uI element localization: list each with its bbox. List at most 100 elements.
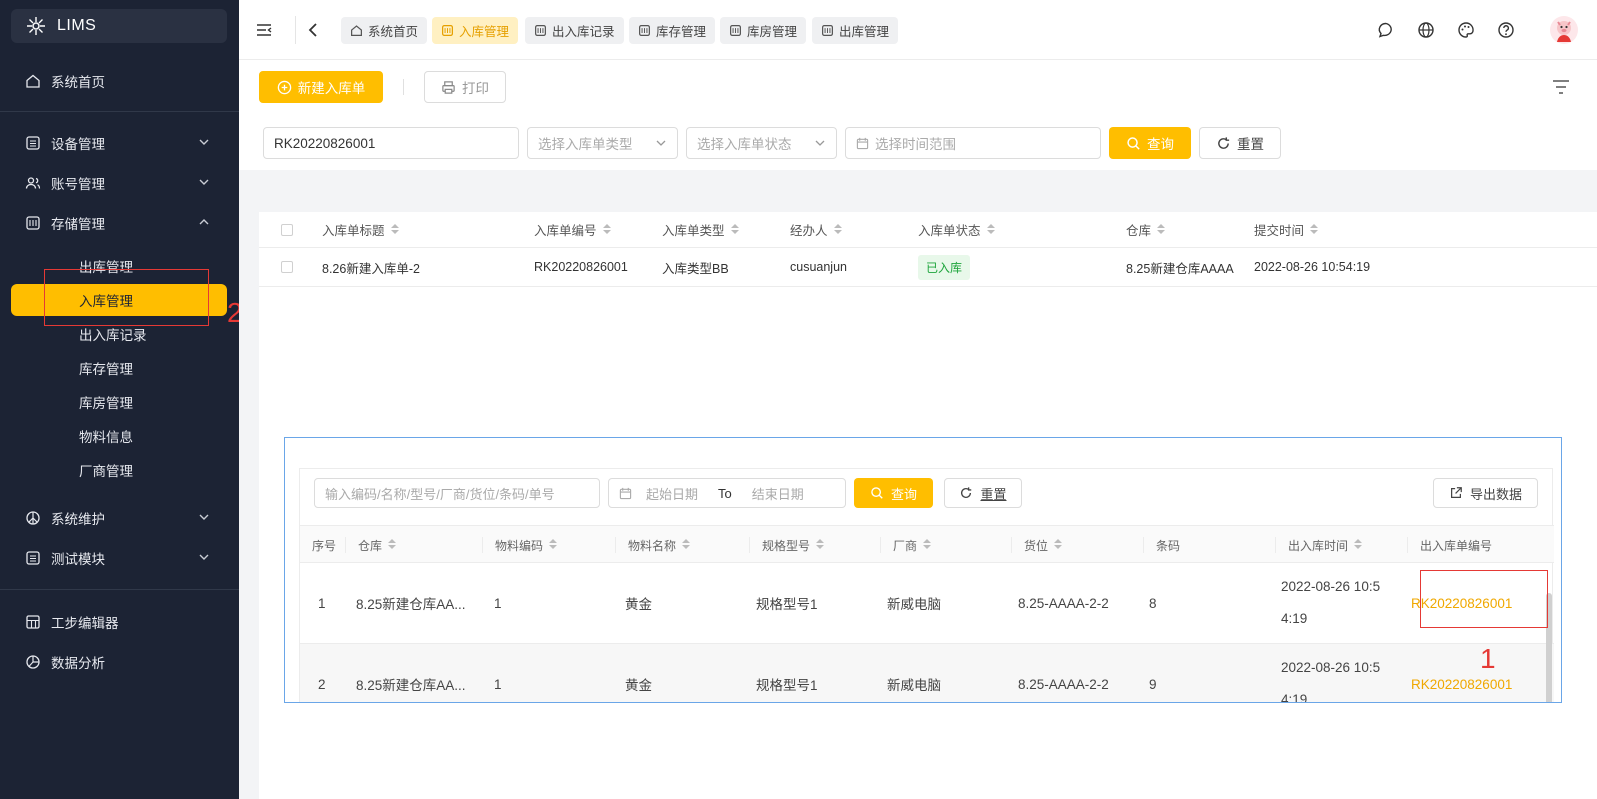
column-location[interactable]: 货位 xyxy=(1011,537,1063,553)
records-row[interactable]: 1 8.25新建仓库AA... 1 黄金 规格型号1 新威电脑 8.25-AAA… xyxy=(300,563,1554,644)
annotation-box-1 xyxy=(1420,570,1548,628)
export-icon xyxy=(1449,486,1464,501)
filter-lines-icon[interactable] xyxy=(1549,75,1573,99)
globe-icon[interactable] xyxy=(1414,18,1438,42)
cell-time: 2022-08-26 10:54:19 xyxy=(1254,260,1371,274)
column-warehouse[interactable]: 仓库 xyxy=(345,537,397,553)
sort-icon xyxy=(1157,223,1166,236)
order-code-link[interactable]: RK20220826001 xyxy=(1411,644,1512,702)
new-inbound-button[interactable]: 新建入库单 xyxy=(259,71,383,103)
sidebar-item-data-analysis[interactable]: 数据分析 xyxy=(0,644,239,680)
records-search-button[interactable]: 查询 xyxy=(854,478,933,508)
inbound-type-select[interactable]: 选择入库单类型 xyxy=(527,127,678,159)
cell-material-name: 黄金 xyxy=(625,597,652,612)
help-icon[interactable] xyxy=(1494,18,1518,42)
print-button[interactable]: 打印 xyxy=(424,71,506,103)
sidebar-item-vendors[interactable]: 厂商管理 xyxy=(0,454,239,486)
sidebar-group-maintenance[interactable]: 系统维护 xyxy=(0,500,239,536)
inbound-status-select[interactable]: 选择入库单状态 xyxy=(686,127,837,159)
message-icon[interactable] xyxy=(1374,18,1398,42)
column-inout-time[interactable]: 出入库时间 xyxy=(1275,537,1363,553)
sidebar-group-test[interactable]: 测试模块 xyxy=(0,540,239,576)
records-table-header: 序号 仓库 物料编码 物料名称 规格型号 厂商 货位 条码 出入库时间 出入库单… xyxy=(300,525,1554,563)
back-arrow-icon[interactable] xyxy=(301,18,325,42)
column-code[interactable]: 入库单编号 xyxy=(534,212,611,247)
time-range-placeholder: 选择时间范围 xyxy=(875,137,956,152)
column-type[interactable]: 入库单类型 xyxy=(662,212,739,247)
records-row[interactable]: 2 8.25新建仓库AA... 1 黄金 规格型号1 新威电脑 8.25-AAA… xyxy=(300,644,1554,703)
cell-inout-time: 2022-08-26 10:5 4:19 xyxy=(1281,563,1380,643)
select-all-checkbox[interactable] xyxy=(281,212,293,247)
avatar[interactable] xyxy=(1549,15,1579,45)
row-checkbox[interactable] xyxy=(281,248,293,286)
time-line-1: 2022-08-26 10:5 xyxy=(1281,579,1381,594)
peace-icon xyxy=(24,509,42,527)
printer-icon xyxy=(441,80,456,95)
sort-icon xyxy=(602,223,611,236)
date-range-picker[interactable]: 起始日期 To 结束日期 xyxy=(608,478,846,508)
chevron-down-icon xyxy=(199,514,209,520)
records-reset-button[interactable]: 重置 xyxy=(944,478,1022,508)
tab-inbound[interactable]: 入库管理 xyxy=(432,17,519,44)
menu-fold-icon[interactable] xyxy=(252,18,276,42)
print-label: 打印 xyxy=(462,81,489,96)
column-spec-label: 规格型号 xyxy=(762,538,811,553)
time-line-1: 2022-08-26 10:5 xyxy=(1281,660,1381,675)
cell-barcode: 9 xyxy=(1149,676,1157,692)
sidebar-item-warehouse[interactable]: 库房管理 xyxy=(0,386,239,418)
sidebar-group-accounts[interactable]: 账号管理 xyxy=(0,165,239,201)
column-order-code: 出入库单编号 xyxy=(1407,537,1492,553)
tab-outbound[interactable]: 出库管理 xyxy=(812,17,899,44)
time-line-2: 4:19 xyxy=(1281,692,1308,703)
sidebar-group-storage[interactable]: 存储管理 xyxy=(0,205,239,241)
sidebar-item-inventory[interactable]: 库存管理 xyxy=(0,352,239,384)
palette-icon[interactable] xyxy=(1454,18,1478,42)
storage-icon xyxy=(638,24,651,37)
cell-material-code: 1 xyxy=(494,676,502,692)
table-row[interactable]: 8.26新建入库单-2 RK20220826001 入库类型BB cusuanj… xyxy=(259,248,1597,287)
search-button[interactable]: 查询 xyxy=(1109,127,1191,159)
column-material-name[interactable]: 物料名称 xyxy=(615,537,691,553)
sidebar-group-devices[interactable]: 设备管理 xyxy=(0,125,239,161)
export-data-button[interactable]: 导出数据 xyxy=(1433,478,1538,508)
sidebar-item-materials[interactable]: 物料信息 xyxy=(0,420,239,452)
cell-index: 2 xyxy=(318,676,326,692)
sidebar-item-step-editor[interactable]: 工步编辑器 xyxy=(0,604,239,640)
chevron-down-icon xyxy=(199,179,209,185)
column-status[interactable]: 入库单状态 xyxy=(918,212,995,247)
annotation-number-1: 1 xyxy=(1480,643,1496,674)
sort-icon xyxy=(986,223,995,236)
tab-inventory[interactable]: 库存管理 xyxy=(629,17,716,44)
time-line-2: 4:19 xyxy=(1281,611,1308,626)
reset-button[interactable]: 重置 xyxy=(1199,127,1281,159)
column-type-label: 入库单类型 xyxy=(662,224,725,238)
app-logo[interactable]: LIMS xyxy=(11,9,227,43)
column-vendor[interactable]: 厂商 xyxy=(880,537,932,553)
chevron-down-icon xyxy=(815,140,825,146)
home-icon xyxy=(350,24,363,37)
column-title-label: 入库单标题 xyxy=(322,224,385,238)
calendar-icon xyxy=(856,137,869,150)
tab-inout-records[interactable]: 出入库记录 xyxy=(525,17,624,44)
records-search-input[interactable]: 输入编码/名称/型号/厂商/货位/条码/单号 xyxy=(314,478,600,508)
column-spec[interactable]: 规格型号 xyxy=(749,537,825,553)
sidebar-item-label: 数据分析 xyxy=(51,656,105,671)
time-range-picker[interactable]: 选择时间范围 xyxy=(845,127,1101,159)
column-time[interactable]: 提交时间 xyxy=(1254,212,1319,247)
search-icon xyxy=(1126,136,1141,151)
cell-code: RK20220826001 xyxy=(534,260,628,274)
sidebar-item-home[interactable]: 系统首页 xyxy=(0,63,239,99)
cell-vendor: 新威电脑 xyxy=(887,678,941,693)
column-warehouse[interactable]: 仓库 xyxy=(1126,212,1166,247)
module-icon xyxy=(24,549,42,567)
inbound-code-input[interactable]: RK20220826001 xyxy=(263,127,519,159)
end-date-placeholder: 结束日期 xyxy=(751,486,804,502)
sort-icon xyxy=(388,539,397,551)
column-material-code[interactable]: 物料编码 xyxy=(482,537,558,553)
refresh-icon xyxy=(959,486,974,501)
tab-home[interactable]: 系统首页 xyxy=(341,17,428,44)
tab-warehouse[interactable]: 库房管理 xyxy=(720,17,807,44)
sidebar-group-label: 系统维护 xyxy=(51,512,105,527)
column-title[interactable]: 入库单标题 xyxy=(322,212,399,247)
column-handler[interactable]: 经办人 xyxy=(790,212,842,247)
